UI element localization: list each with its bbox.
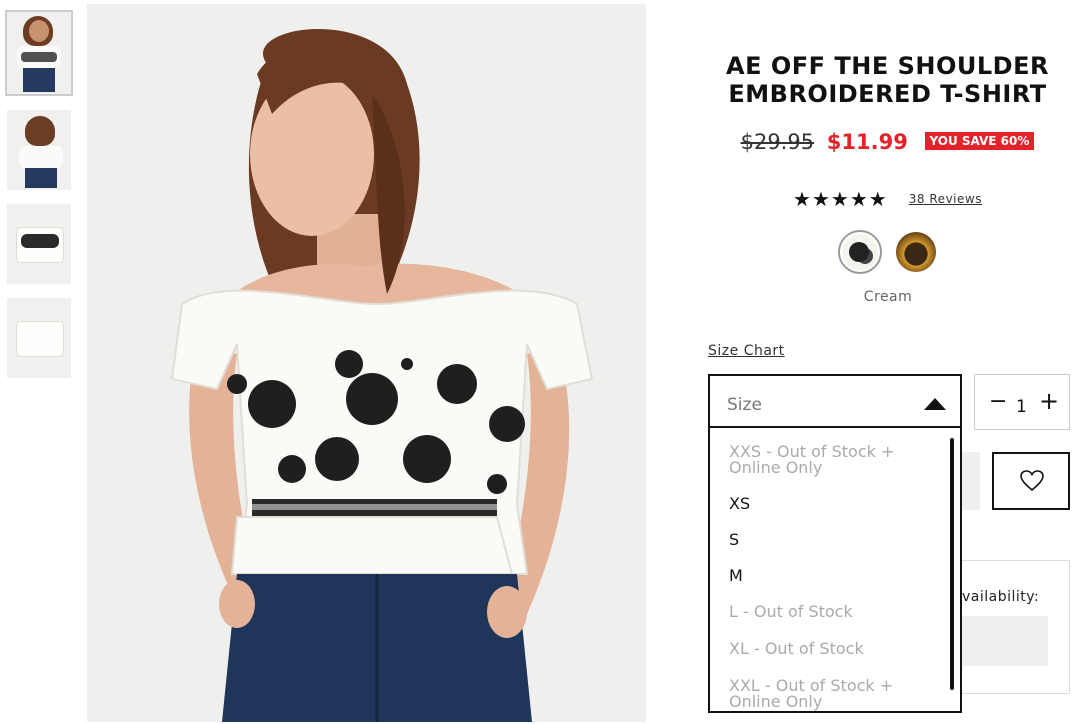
size-select[interactable]: Size bbox=[708, 374, 962, 428]
thumbnail-flat-front[interactable] bbox=[7, 204, 71, 284]
quantity-increase-button[interactable]: + bbox=[1039, 387, 1059, 415]
size-option-xxl[interactable]: XXL - Out of Stock + Online Only bbox=[729, 678, 929, 710]
size-option-xxs[interactable]: XXS - Out of Stock + Online Only bbox=[729, 444, 929, 476]
size-option-s[interactable]: S bbox=[729, 532, 929, 548]
store-availability-label: vailability: bbox=[962, 589, 1040, 605]
original-price: $29.95 bbox=[740, 130, 815, 154]
product-photo bbox=[87, 4, 646, 722]
reviews-link[interactable]: 38 Reviews bbox=[909, 192, 982, 206]
thumbnail-flat-back[interactable] bbox=[7, 298, 71, 378]
size-option-l[interactable]: L - Out of Stock bbox=[729, 604, 929, 620]
size-option-xl[interactable]: XL - Out of Stock bbox=[729, 641, 929, 657]
swatch-alt-color[interactable] bbox=[896, 232, 936, 272]
size-dropdown-list: XXS - Out of Stock + Online Only XS S M … bbox=[708, 428, 962, 713]
store-availability-input[interactable] bbox=[960, 616, 1048, 666]
swatch-cream[interactable] bbox=[838, 230, 882, 274]
add-to-bag-button[interactable] bbox=[960, 452, 980, 510]
thumbnail-model-front[interactable] bbox=[5, 10, 73, 96]
size-option-xs[interactable]: XS bbox=[729, 496, 929, 512]
sale-price: $11.99 bbox=[826, 130, 908, 154]
product-title: AE OFF THE SHOULDER EMBROIDERED T-SHIRT bbox=[700, 52, 1073, 108]
size-chart-link[interactable]: Size Chart bbox=[708, 343, 785, 359]
price-row: $29.95 $11.99 YOU SAVE 60% bbox=[700, 130, 1073, 154]
size-select-placeholder: Size bbox=[727, 395, 762, 415]
product-title-line1: AE OFF THE SHOULDER bbox=[726, 52, 1049, 80]
selected-color-name: Cream bbox=[863, 289, 913, 305]
thumbnail-model-back[interactable] bbox=[7, 110, 71, 190]
wishlist-button[interactable] bbox=[992, 452, 1070, 510]
size-option-m[interactable]: M bbox=[729, 568, 929, 584]
thumbnail-list bbox=[5, 10, 75, 392]
caret-up-icon bbox=[924, 398, 946, 410]
quantity-stepper: − 1 + bbox=[974, 374, 1070, 430]
save-badge: YOU SAVE 60% bbox=[924, 132, 1035, 150]
main-product-image bbox=[87, 4, 646, 722]
rating-row: ★★★★★ 38 Reviews bbox=[700, 187, 1073, 211]
quantity-value[interactable]: 1 bbox=[1016, 397, 1027, 417]
dropdown-scrollbar[interactable] bbox=[950, 438, 954, 690]
quantity-decrease-button[interactable]: − bbox=[989, 389, 1007, 414]
heart-icon bbox=[1020, 470, 1044, 492]
product-title-line2: EMBROIDERED T-SHIRT bbox=[728, 80, 1047, 108]
star-rating-icon: ★★★★★ bbox=[793, 187, 888, 211]
